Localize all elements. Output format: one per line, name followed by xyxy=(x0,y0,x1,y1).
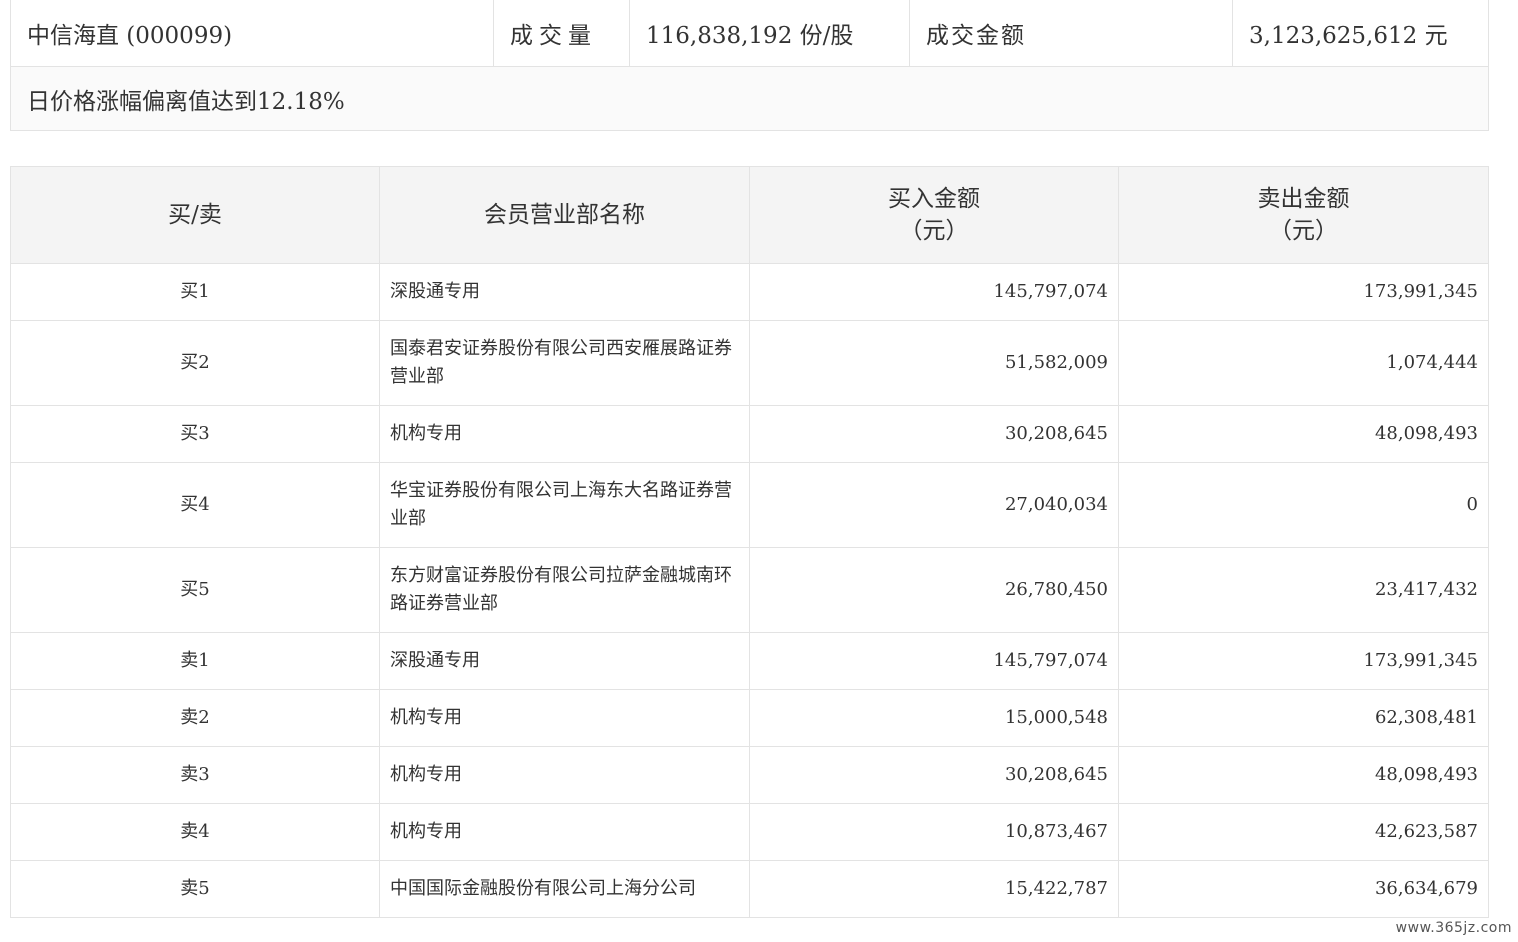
row-sell: 48,098,493 xyxy=(1118,746,1489,804)
row-sell: 173,991,345 xyxy=(1118,632,1489,690)
row-buy: 15,422,787 xyxy=(749,860,1119,918)
watermark-text: www.365jz.com xyxy=(1395,920,1512,936)
row-side: 卖2 xyxy=(10,689,380,747)
table-row: 买5 东方财富证券股份有限公司拉萨金融城南环路证券营业部 26,780,450 … xyxy=(10,547,1489,633)
row-buy: 51,582,009 xyxy=(749,320,1119,406)
row-dept: 机构专用 xyxy=(379,746,750,804)
amount-value: 3,123,625,612 元 xyxy=(1232,0,1489,67)
row-dept: 国泰君安证券股份有限公司西安雁展路证券营业部 xyxy=(379,320,750,406)
header-buy-title: 买入金额 xyxy=(888,186,980,212)
row-dept: 东方财富证券股份有限公司拉萨金融城南环路证券营业部 xyxy=(379,547,750,633)
row-dept: 机构专用 xyxy=(379,689,750,747)
row-side: 买1 xyxy=(10,263,380,321)
row-dept: 深股通专用 xyxy=(379,632,750,690)
row-buy: 26,780,450 xyxy=(749,547,1119,633)
row-sell: 23,417,432 xyxy=(1118,547,1489,633)
row-sell: 62,308,481 xyxy=(1118,689,1489,747)
table-row: 卖1 深股通专用 145,797,074 173,991,345 xyxy=(10,632,1489,690)
row-buy: 145,797,074 xyxy=(749,263,1119,321)
table-row: 买1 深股通专用 145,797,074 173,991,345 xyxy=(10,263,1489,321)
table-row: 卖4 机构专用 10,873,467 42,623,587 xyxy=(10,803,1489,861)
row-dept: 华宝证券股份有限公司上海东大名路证券营业部 xyxy=(379,462,750,548)
header-side: 买/卖 xyxy=(10,166,380,264)
table-row: 买3 机构专用 30,208,645 48,098,493 xyxy=(10,405,1489,463)
trader-table: 买/卖 会员营业部名称 买入金额 （元） 卖出金额 （元） 买1 深股通专用 1… xyxy=(10,166,1489,918)
row-dept: 中国国际金融股份有限公司上海分公司 xyxy=(379,860,750,918)
row-sell: 36,634,679 xyxy=(1118,860,1489,918)
row-dept: 机构专用 xyxy=(379,803,750,861)
row-buy: 10,873,467 xyxy=(749,803,1119,861)
trader-table-header: 买/卖 会员营业部名称 买入金额 （元） 卖出金额 （元） xyxy=(10,166,1489,264)
row-side: 卖3 xyxy=(10,746,380,804)
row-side: 买2 xyxy=(10,320,380,406)
row-sell: 42,623,587 xyxy=(1118,803,1489,861)
row-sell: 48,098,493 xyxy=(1118,405,1489,463)
row-buy: 15,000,548 xyxy=(749,689,1119,747)
row-side: 卖5 xyxy=(10,860,380,918)
row-sell: 1,074,444 xyxy=(1118,320,1489,406)
header-sell-unit: （元） xyxy=(1269,218,1338,244)
row-dept: 深股通专用 xyxy=(379,263,750,321)
volume-label: 成交量 xyxy=(493,0,630,67)
table-row: 卖2 机构专用 15,000,548 62,308,481 xyxy=(10,689,1489,747)
row-sell: 173,991,345 xyxy=(1118,263,1489,321)
row-side: 卖1 xyxy=(10,632,380,690)
stock-name: 中信海直 (000099) xyxy=(10,0,494,67)
header-dept: 会员营业部名称 xyxy=(379,166,750,264)
table-row: 卖5 中国国际金融股份有限公司上海分公司 15,422,787 36,634,6… xyxy=(10,860,1489,918)
row-side: 买3 xyxy=(10,405,380,463)
header-buy-unit: （元） xyxy=(899,218,969,244)
listing-reason: 日价格涨幅偏离值达到12.18% xyxy=(10,66,1489,131)
row-dept: 机构专用 xyxy=(379,405,750,463)
row-side: 卖4 xyxy=(10,803,380,861)
row-side: 买5 xyxy=(10,547,380,633)
row-sell: 0 xyxy=(1118,462,1489,548)
row-buy: 30,208,645 xyxy=(749,405,1119,463)
reason-row: 日价格涨幅偏离值达到12.18% xyxy=(10,66,1489,131)
stock-summary-table: 中信海直 (000099) 成交量 116,838,192 份/股 成交金额 3… xyxy=(10,0,1489,131)
table-row: 卖3 机构专用 30,208,645 48,098,493 xyxy=(10,746,1489,804)
row-buy: 145,797,074 xyxy=(749,632,1119,690)
header-buy: 买入金额 （元） xyxy=(749,166,1119,264)
page: 中信海直 (000099) 成交量 116,838,192 份/股 成交金额 3… xyxy=(0,0,1518,942)
row-buy: 30,208,645 xyxy=(749,746,1119,804)
table-row: 买2 国泰君安证券股份有限公司西安雁展路证券营业部 51,582,009 1,0… xyxy=(10,320,1489,406)
row-side: 买4 xyxy=(10,462,380,548)
row-buy: 27,040,034 xyxy=(749,462,1119,548)
amount-label: 成交金额 xyxy=(909,0,1233,67)
table-row: 买4 华宝证券股份有限公司上海东大名路证券营业部 27,040,034 0 xyxy=(10,462,1489,548)
volume-value: 116,838,192 份/股 xyxy=(629,0,910,67)
header-sell: 卖出金额 （元） xyxy=(1118,166,1489,264)
header-sell-title: 卖出金额 xyxy=(1257,186,1350,212)
summary-row: 中信海直 (000099) 成交量 116,838,192 份/股 成交金额 3… xyxy=(10,0,1489,67)
